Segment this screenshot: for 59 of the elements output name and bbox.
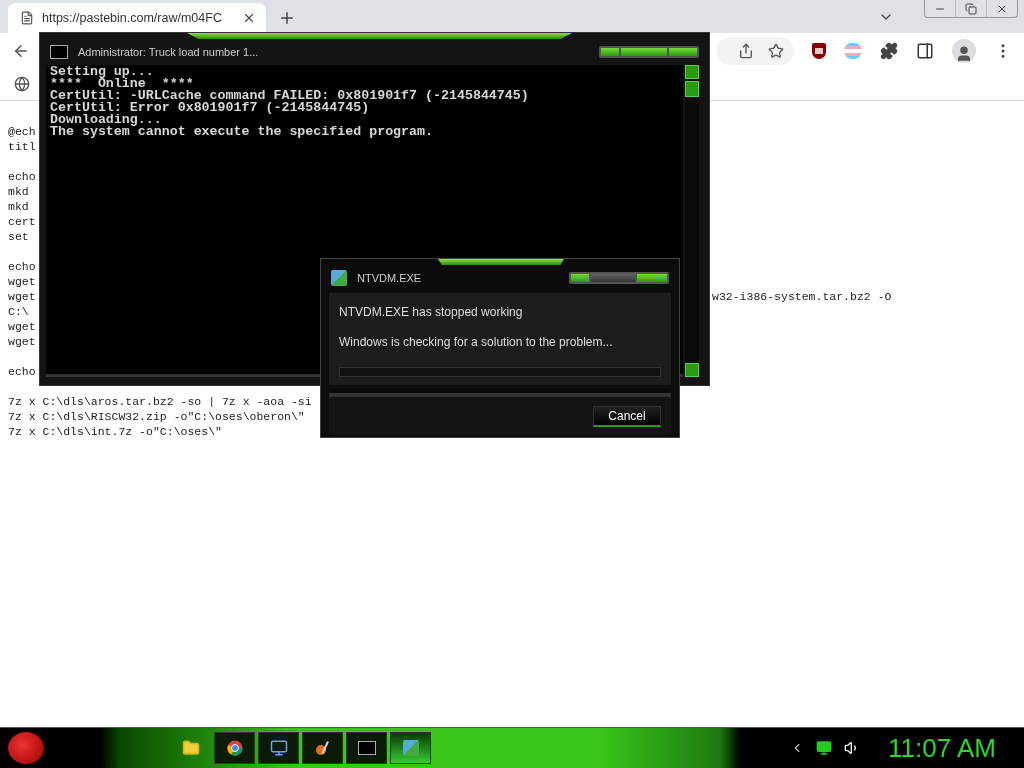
- code-line: 7z x C:\dls\int.7z -o"C:\oses\": [8, 425, 222, 438]
- taskbar-button[interactable]: [214, 732, 255, 764]
- browser-icon: [226, 740, 243, 756]
- share-icon[interactable]: [738, 42, 754, 59]
- console-icon: [357, 741, 376, 755]
- code-line: titl: [8, 140, 36, 153]
- code-line: wget: [8, 320, 36, 333]
- code-line: wget: [8, 289, 37, 304]
- code-line: wget: [8, 335, 36, 348]
- code-line: echo: [8, 260, 36, 273]
- brush-icon: [314, 740, 331, 756]
- app-icon: [402, 740, 419, 756]
- code-line: echo: [8, 365, 36, 378]
- code-line: 7z x C:\dls\RISCW32.zip -o"C:\oses\oberon\": [8, 410, 305, 423]
- globe-icon[interactable]: [14, 76, 30, 92]
- error-heading: NTVDM.EXE has stopped working: [339, 304, 524, 321]
- taskbar-button[interactable]: [302, 732, 343, 764]
- console-line: **** Online ****: [50, 78, 194, 90]
- close-tab-icon[interactable]: [242, 11, 256, 25]
- code-line: C:\: [8, 305, 29, 318]
- console-line: CertUtil: Error 0x801901f7 (-2145844745): [50, 102, 371, 114]
- status-message: Windows is checking for a solution to the problem...: [339, 334, 614, 351]
- code-line: mkd: [8, 185, 29, 198]
- address-bar[interactable]: [716, 36, 794, 65]
- code-line: mkd: [8, 200, 29, 213]
- browser-tab[interactable]: https://pastebin.com/raw/m04FC: [8, 3, 266, 33]
- code-line: @ech: [8, 125, 36, 138]
- new-tab-icon[interactable]: [278, 9, 296, 27]
- bookmark-star-icon[interactable]: [768, 42, 784, 59]
- console-icon: [50, 45, 68, 59]
- scrollbar[interactable]: [685, 65, 699, 377]
- code-line: cert: [8, 215, 36, 228]
- console-line: Setting up...: [50, 66, 155, 78]
- shield-icon[interactable]: [812, 42, 826, 59]
- console-line: CertUtil: -URLCache command FAILED: 0x801901f7 (-2145844745): [50, 90, 530, 102]
- dialog-title: NTVDM.EXE: [357, 272, 422, 284]
- side-panel-icon[interactable]: [916, 41, 934, 60]
- start-button[interactable]: [8, 732, 44, 764]
- tab-title: https://pastebin.com/raw/m04FC: [42, 11, 223, 25]
- profile-avatar[interactable]: [952, 38, 976, 63]
- scroll-thumb[interactable]: [685, 81, 699, 97]
- document-icon: [20, 11, 34, 25]
- console-line: Downloading...: [50, 114, 162, 126]
- cancel-button[interactable]: Cancel: [593, 405, 661, 427]
- code-line: set: [8, 230, 29, 243]
- app-icon: [331, 270, 347, 286]
- taskbar-button[interactable]: [390, 732, 431, 764]
- code-line: 7z x C:\dls\aros.tar.bz2 -so | 7z x -aoa -si: [8, 395, 312, 408]
- window-title: Administrator: Truck load number 1...: [78, 46, 259, 58]
- taskbar-button[interactable]: [258, 732, 299, 764]
- code-line: echo: [8, 170, 36, 183]
- clock[interactable]: 11:07 AM: [888, 732, 996, 764]
- console-line: The system cannot execute the specified program.: [50, 126, 434, 138]
- extensions-icon[interactable]: [880, 41, 898, 60]
- restore-icon: [965, 2, 977, 15]
- code-line: w32-i386-system.tar.bz2 -O: [712, 289, 893, 304]
- code-line: wget: [8, 275, 36, 288]
- folder-icon: [181, 739, 200, 757]
- taskbar-button[interactable]: [346, 732, 387, 764]
